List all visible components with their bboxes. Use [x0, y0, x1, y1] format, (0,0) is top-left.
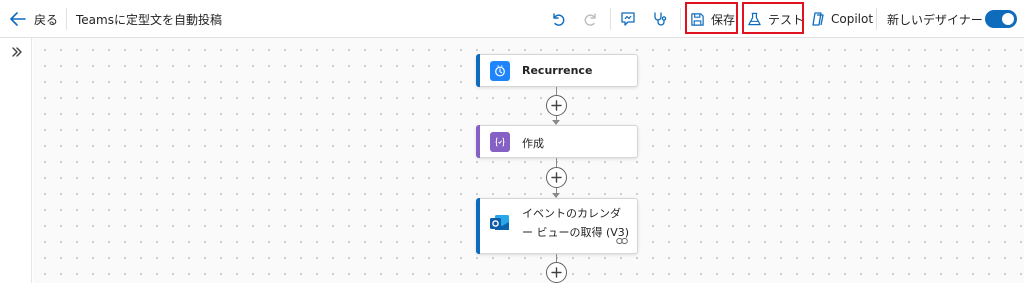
flow-canvas[interactable]: Recurrence 作成 イベントのカレンダ ー ビューの取得 (V3) [33, 38, 1024, 283]
plus-icon [551, 100, 562, 111]
test-button[interactable]: テスト [747, 0, 804, 38]
toolbar-divider [610, 8, 611, 30]
step-label-line2: ー ビューの取得 (V3) [522, 226, 630, 239]
side-rail [0, 38, 32, 283]
new-designer-toggle[interactable] [985, 10, 1017, 28]
flask-icon [748, 12, 761, 25]
step-card-compose[interactable]: 作成 [476, 125, 638, 158]
step-card-recurrence[interactable]: Recurrence [476, 54, 638, 87]
save-button[interactable]: 保存 [690, 0, 735, 38]
add-step-button[interactable] [546, 262, 567, 283]
add-step-button[interactable] [546, 95, 567, 116]
arrow-left-icon [10, 12, 26, 26]
double-chevron-right-icon [12, 47, 22, 57]
comment-icon [621, 12, 635, 26]
save-label: 保存 [711, 12, 736, 27]
back-button[interactable]: 戻る [10, 0, 58, 38]
back-label: 戻る [34, 12, 59, 27]
step-label: Recurrence [522, 64, 593, 77]
toggle-knob [1002, 13, 1014, 25]
add-step-button[interactable] [546, 167, 567, 188]
undo-button[interactable] [545, 0, 571, 38]
toolbar-divider [66, 8, 67, 30]
designer-toolbar: 戻る Teamsに定型文を自動投稿 保存 テスト Copilot 新しいデザイナ… [0, 0, 1024, 38]
step-label: 作成 [522, 137, 544, 150]
toolbar-divider [680, 8, 681, 30]
step-label: イベントのカレンダ ー ビューの取得 (V3) [522, 204, 629, 242]
outlook-icon [489, 212, 511, 234]
comments-button[interactable] [615, 0, 641, 38]
plus-icon [551, 172, 562, 183]
link-icon [616, 238, 628, 244]
step-card-get-calendar-view[interactable]: イベントのカレンダ ー ビューの取得 (V3) [476, 198, 638, 254]
copilot-label: Copilot [831, 12, 874, 26]
new-designer-label: 新しいデザイナー [887, 12, 983, 27]
stethoscope-icon [654, 12, 667, 26]
save-icon [691, 12, 704, 26]
card-accent [476, 125, 480, 158]
expand-panel-button[interactable] [9, 44, 25, 60]
plus-icon [551, 267, 562, 278]
clock-icon [490, 61, 510, 81]
toolbar-divider [876, 8, 877, 30]
step-label-line1: イベントのカレンダ [522, 207, 621, 220]
copilot-button[interactable]: Copilot [810, 0, 873, 38]
card-accent [476, 54, 480, 87]
copilot-icon [812, 12, 824, 26]
redo-button[interactable] [578, 0, 604, 38]
card-accent [476, 198, 480, 254]
flow-title: Teamsに定型文を自動投稿 [76, 12, 222, 27]
undo-icon [553, 13, 565, 26]
test-label: テスト [768, 12, 805, 27]
redo-icon [584, 13, 596, 26]
compose-icon [490, 132, 510, 152]
flow-checker-button[interactable] [647, 0, 673, 38]
